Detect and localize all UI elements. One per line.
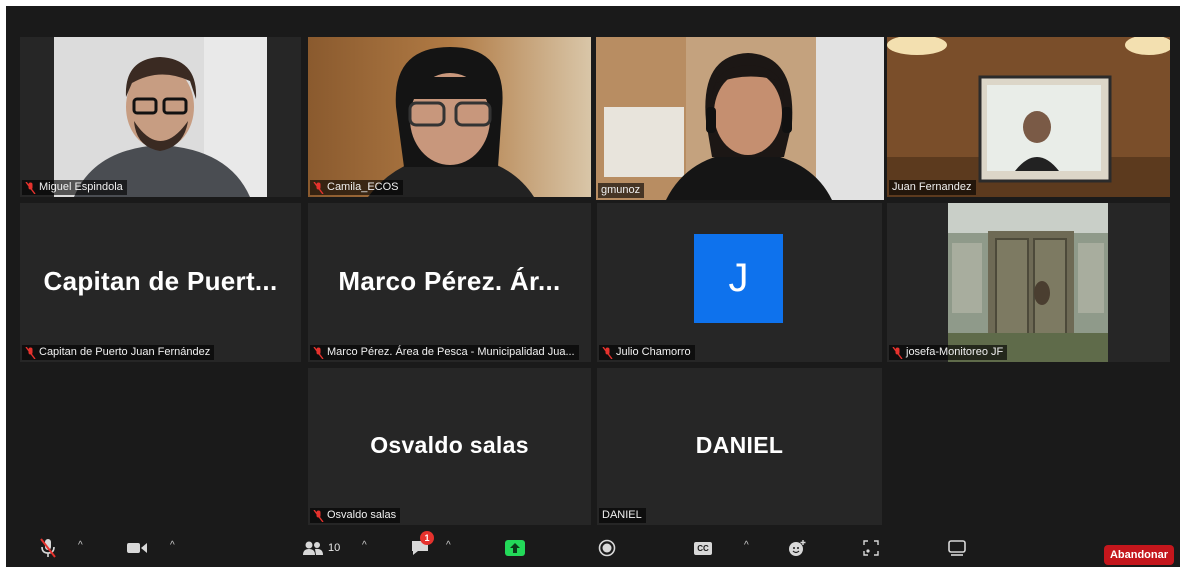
- video-button[interactable]: [124, 537, 150, 559]
- muted-mic-icon: [40, 538, 56, 558]
- participants-icon: [303, 541, 323, 555]
- participant-display-name: DANIEL: [695, 431, 784, 458]
- muted-mic-icon: [892, 346, 903, 359]
- participant-name-tag: Osvaldo salas: [310, 508, 401, 523]
- participant-name-tag: Juan Fernandez: [889, 180, 976, 195]
- participant-name-tag: josefa-Monitoreo JF: [889, 345, 1008, 360]
- participant-display-name: Marco Pérez. Ár...: [338, 265, 561, 296]
- leave-meeting-button[interactable]: Abandonar: [1103, 545, 1174, 565]
- avatar: J: [694, 234, 783, 323]
- closed-captions-icon: CC: [694, 541, 712, 555]
- chat-options-chevron[interactable]: ^: [446, 540, 451, 551]
- video-camera-icon: [127, 543, 147, 553]
- video-tile-miguel[interactable]: Miguel Espindola: [20, 37, 301, 197]
- video-tile-juan[interactable]: Juan Fernandez: [887, 37, 1170, 197]
- reactions-button[interactable]: [786, 537, 808, 559]
- participant-name-tag: Camila_ECOS: [310, 180, 403, 195]
- muted-mic-icon: [313, 346, 324, 359]
- whiteboard-button[interactable]: [946, 537, 968, 559]
- camera-feed: [308, 37, 591, 197]
- camera-feed: [596, 37, 884, 200]
- record-icon: [598, 539, 616, 557]
- captions-button[interactable]: CC: [692, 537, 714, 559]
- video-tile-marco[interactable]: Marco Pérez. Ár... Marco Pérez. Área de …: [308, 203, 591, 362]
- video-tile-camila[interactable]: Camila_ECOS: [308, 37, 591, 197]
- participant-name-tag: DANIEL: [599, 508, 646, 523]
- whiteboard-icon: [948, 540, 966, 556]
- participants-options-chevron[interactable]: ^: [362, 540, 367, 551]
- camera-feed: [54, 37, 267, 197]
- record-button[interactable]: [596, 537, 618, 559]
- video-tile-josefa[interactable]: josefa-Monitoreo JF: [887, 203, 1170, 362]
- video-options-chevron[interactable]: ^: [170, 540, 175, 551]
- apps-button[interactable]: [860, 537, 882, 559]
- participant-name-tag: Marco Pérez. Área de Pesca - Municipalid…: [310, 345, 579, 360]
- muted-mic-icon: [313, 181, 324, 194]
- participants-button[interactable]: 10: [302, 537, 346, 559]
- muted-mic-icon: [602, 346, 613, 359]
- video-tile-capitan[interactable]: Capitan de Puert... Capitan de Puerto Ju…: [20, 203, 301, 362]
- profile-picture: [948, 203, 1108, 362]
- muted-mic-icon: [313, 509, 324, 522]
- participant-display-name: Capitan de Puert...: [43, 265, 278, 296]
- camera-feed: [887, 37, 1170, 197]
- smiley-plus-icon: [789, 540, 806, 556]
- share-screen-icon: [505, 540, 525, 556]
- captions-options-chevron[interactable]: ^: [744, 540, 749, 551]
- participant-name-tag: Miguel Espindola: [22, 180, 127, 195]
- muted-mic-icon: [25, 181, 36, 194]
- participant-display-name: Osvaldo salas: [370, 431, 529, 458]
- video-tile-julio[interactable]: J Julio Chamorro: [597, 203, 882, 362]
- meeting-toolbar: ^ ^ 10 ^ 1 ^ CC ^ Abandonar: [6, 531, 1180, 567]
- participant-name-tag: Julio Chamorro: [599, 345, 695, 360]
- unmute-button[interactable]: [36, 537, 60, 559]
- audio-options-chevron[interactable]: ^: [78, 540, 83, 551]
- video-tile-osvaldo[interactable]: Osvaldo salas Osvaldo salas: [308, 368, 591, 525]
- share-screen-button[interactable]: [504, 537, 526, 559]
- participant-name-tag: gmunoz: [598, 183, 645, 198]
- apps-icon: [863, 540, 879, 556]
- video-tile-daniel[interactable]: DANIEL DANIEL: [597, 368, 882, 525]
- participant-name-tag: Capitan de Puerto Juan Fernández: [22, 345, 215, 360]
- chat-unread-badge: 1: [420, 531, 434, 545]
- chat-button[interactable]: 1: [406, 531, 434, 559]
- muted-mic-icon: [25, 346, 36, 359]
- participants-count: 10: [328, 542, 341, 554]
- meeting-window: Miguel Espindola Camila_ECOS gmunoz Juan…: [6, 6, 1180, 567]
- video-tile-gmunoz[interactable]: gmunoz: [596, 37, 884, 200]
